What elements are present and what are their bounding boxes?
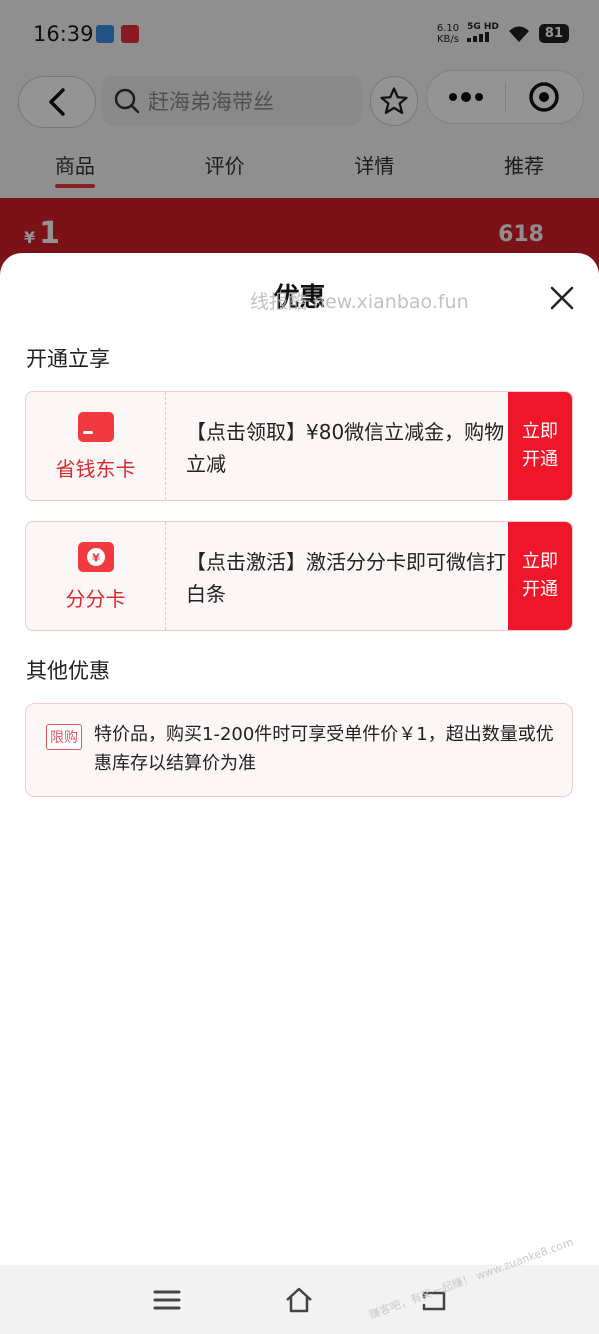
card-name: 省钱东卡	[55, 456, 136, 481]
home-icon[interactable]	[284, 1285, 314, 1315]
yen-voucher-icon: ¥	[77, 541, 114, 572]
close-icon	[550, 286, 574, 310]
card-left-panel: 省钱东卡	[26, 392, 166, 500]
svg-text:¥: ¥	[92, 551, 100, 564]
fenfen-card-offer[interactable]: ¥ 分分卡 【点击激活】激活分分卡即可微信打白条 立即 开通	[25, 521, 573, 631]
discount-sheet: 优惠 线报酷 new.xianbao.fun 开通立享 省钱东卡 【点击领取】¥…	[0, 253, 599, 1265]
limit-tag: 限购	[46, 724, 82, 750]
card-description: 【点击领取】¥80微信立减金，购物立减	[186, 420, 505, 476]
membership-card-offer[interactable]: 省钱东卡 【点击领取】¥80微信立减金，购物立减 立即 开通	[25, 391, 573, 501]
section-title-open: 开通立享	[26, 347, 110, 371]
close-button[interactable]	[549, 285, 575, 311]
purchase-limit-promo: 限购 特价品，购买1-200件时可享受单件价￥1，超出数量或优惠库存以结算价为准	[25, 703, 573, 797]
watermark-text: 线报酷 new.xianbao.fun	[250, 291, 469, 313]
activate-button[interactable]: 立即 开通	[508, 522, 572, 630]
system-nav-bar	[0, 1265, 599, 1334]
section-title-other: 其他优惠	[26, 659, 110, 683]
card-icon	[77, 411, 114, 442]
card-left-panel: ¥ 分分卡	[26, 522, 166, 630]
menu-icon[interactable]	[152, 1285, 182, 1315]
promo-text: 特价品，购买1-200件时可享受单件价￥1，超出数量或优惠库存以结算价为准	[94, 724, 554, 774]
activate-button[interactable]: 立即 开通	[508, 392, 572, 500]
card-name: 分分卡	[65, 586, 126, 611]
card-description: 【点击激活】激活分分卡即可微信打白条	[186, 550, 506, 606]
